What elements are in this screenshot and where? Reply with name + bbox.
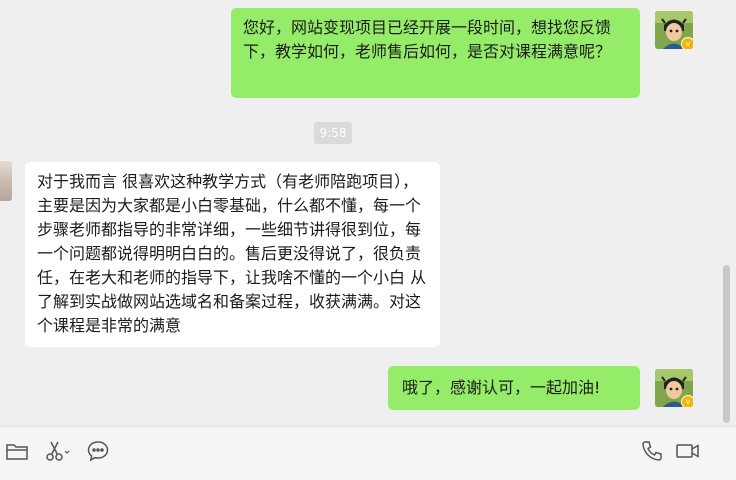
message-text: 您好，网站变现项目已经开展一段时间，想找您反馈下，教学如何，老师售后如何，是否对…	[243, 18, 612, 61]
scissors-icon[interactable]	[44, 439, 70, 463]
timestamp: 9:58	[314, 122, 352, 144]
message-text: 哦了，感谢认可，一起加油!	[402, 378, 601, 397]
chat-area: 您好，网站变现项目已经开展一段时间，想找您反馈下，教学如何，老师售后如何，是否对…	[0, 0, 736, 426]
verified-badge: v	[681, 37, 693, 49]
message-bubble-incoming[interactable]: 对于我而言 很喜欢这种教学方式（有老师陪跑项目），主要是因为大家都是小白零基础，…	[25, 162, 440, 347]
message-text: 对于我而言 很喜欢这种教学方式（有老师陪跑项目），主要是因为大家都是小白零基础，…	[37, 172, 427, 335]
chat-bubble-icon[interactable]	[86, 439, 110, 463]
folder-icon[interactable]	[5, 439, 29, 463]
video-call-icon[interactable]	[675, 439, 699, 463]
phone-icon[interactable]	[640, 439, 664, 463]
contact-avatar[interactable]	[0, 161, 12, 201]
chat-scrollbar[interactable]	[723, 265, 730, 423]
input-toolbar	[0, 426, 736, 480]
my-avatar[interactable]: v	[655, 369, 693, 407]
message-bubble-outgoing[interactable]: 您好，网站变现项目已经开展一段时间，想找您反馈下，教学如何，老师售后如何，是否对…	[231, 8, 640, 98]
verified-badge: v	[681, 395, 693, 407]
my-avatar[interactable]: v	[655, 11, 693, 49]
message-bubble-outgoing[interactable]: 哦了，感谢认可，一起加油!	[388, 366, 640, 410]
